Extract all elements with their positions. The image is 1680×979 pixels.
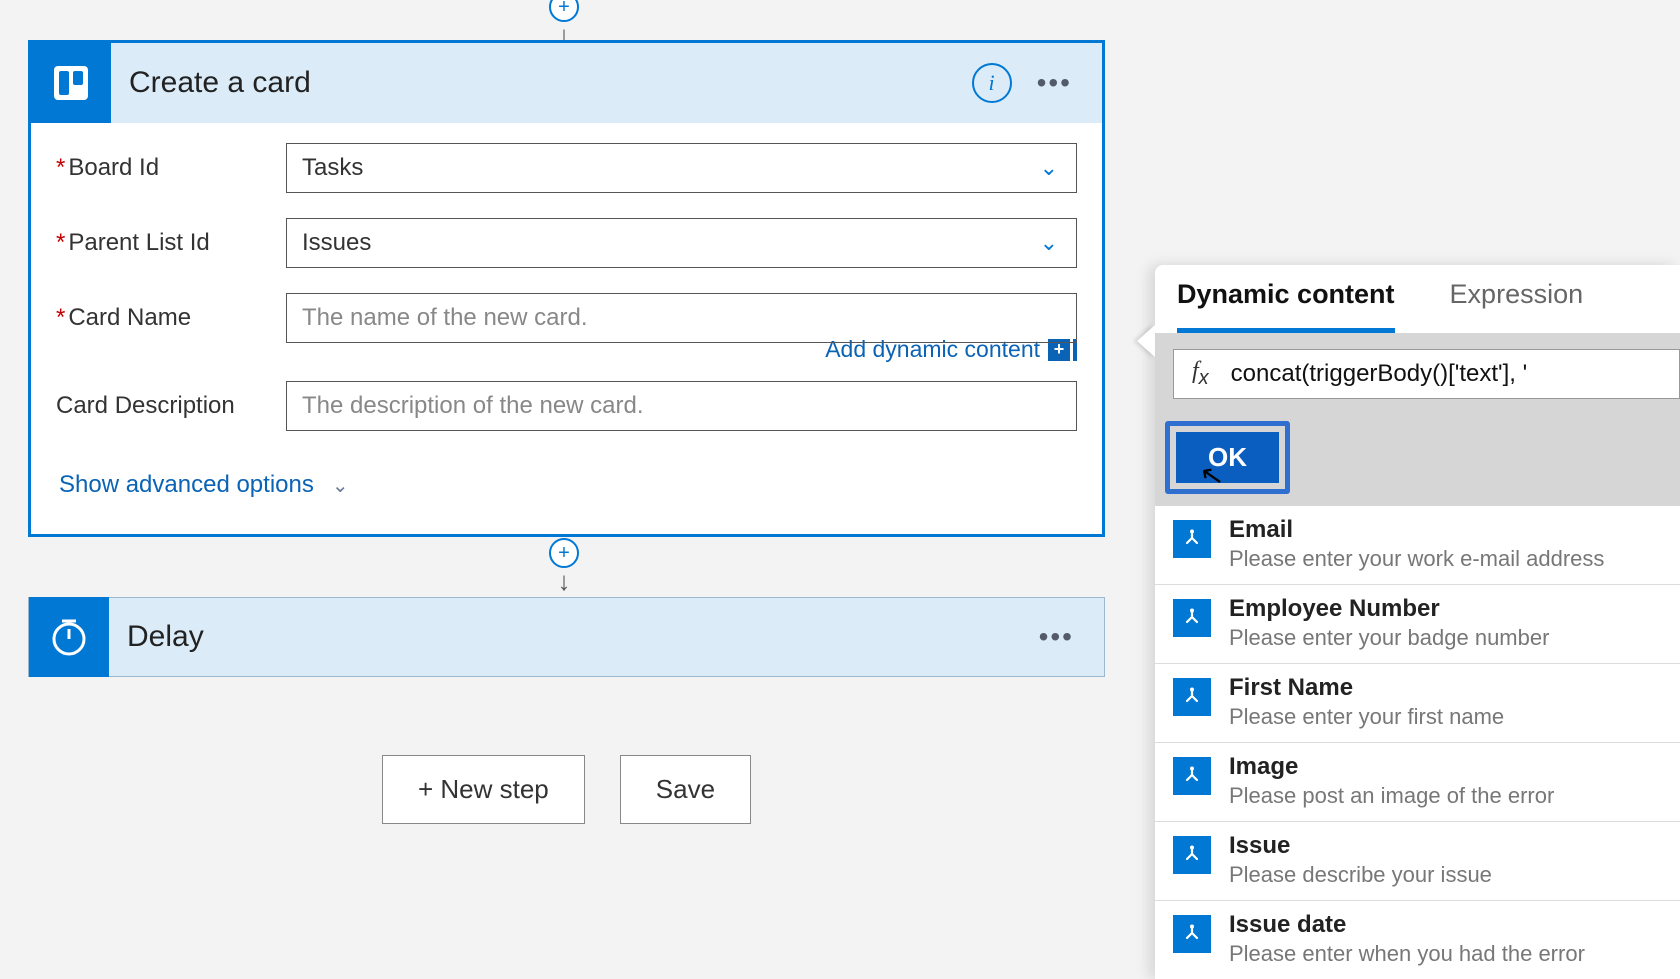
input-card-name[interactable]: The name of the new card. [286,293,1077,343]
token-icon [1173,915,1211,953]
input-parent-list-id[interactable]: Issues⌄ [286,218,1077,268]
ok-button[interactable]: OK [1176,432,1279,483]
dynamic-item-issue[interactable]: Issue Please describe your issue [1155,821,1680,900]
action-delay[interactable]: Delay ••• [28,597,1105,677]
dynamic-item-issue-date[interactable]: Issue date Please enter when you had the… [1155,900,1680,979]
more-menu-icon[interactable]: ••• [1039,621,1074,653]
dynamic-item-first-name[interactable]: First Name Please enter your first name [1155,663,1680,742]
dynamic-content-panel: Dynamic content Expression fx concat(tri… [1155,265,1680,979]
chevron-down-icon: ⌄ [1040,155,1058,181]
new-step-button[interactable]: + New step [382,755,585,824]
dynamic-item-title: Email [1229,516,1604,544]
dynamic-item-title: Image [1229,753,1554,781]
dynamic-item-desc: Please enter your badge number [1229,625,1549,651]
save-button[interactable]: Save [620,755,751,824]
dynamic-item-desc: Please post an image of the error [1229,783,1554,809]
input-board-id[interactable]: Tasks⌄ [286,143,1077,193]
trello-icon [31,43,111,123]
dynamic-item-title: First Name [1229,674,1504,702]
add-step-middle-icon[interactable]: + [549,538,579,568]
tab-dynamic-content[interactable]: Dynamic content [1177,279,1395,333]
tab-expression[interactable]: Expression [1450,279,1584,333]
chevron-down-icon: ⌄ [1040,230,1058,256]
fx-icon: fx [1192,358,1209,390]
dynamic-item-image[interactable]: Image Please post an image of the error [1155,742,1680,821]
more-menu-icon[interactable]: ••• [1037,67,1072,99]
label-card-description: Card Description [56,392,286,420]
delay-icon [29,597,109,677]
dynamic-item-email[interactable]: Email Please enter your work e-mail addr… [1155,506,1680,584]
action-header[interactable]: Create a card i ••• [31,43,1102,123]
chevron-down-icon: ⌄ [332,473,349,498]
label-parent-list-id: *Parent List Id [56,229,286,257]
footer-buttons: + New step Save [28,755,1105,824]
action-title: Create a card [111,66,972,100]
token-icon [1173,599,1211,637]
dynamic-item-title: Issue [1229,832,1492,860]
dynamic-item-title: Employee Number [1229,595,1549,623]
input-card-description[interactable]: The description of the new card. [286,381,1077,431]
arrow-down-icon: ↓ [558,566,571,597]
action-create-card: Create a card i ••• *Board Id Tasks⌄ *Pa… [28,40,1105,537]
delay-title: Delay [109,620,1039,654]
label-card-name: *Card Name [56,304,286,332]
panel-caret-icon [1137,325,1155,357]
token-icon [1173,836,1211,874]
token-icon [1173,678,1211,716]
dynamic-item-desc: Please describe your issue [1229,862,1492,888]
dynamic-item-desc: Please enter your first name [1229,704,1504,730]
token-icon [1173,520,1211,558]
info-icon[interactable]: i [972,63,1012,103]
dynamic-item-employee-number[interactable]: Employee Number Please enter your badge … [1155,584,1680,663]
token-icon [1173,757,1211,795]
add-step-top-icon[interactable]: + [549,0,579,22]
dynamic-item-title: Issue date [1229,911,1585,939]
show-advanced-options[interactable]: Show advanced options⌄ [56,456,1077,524]
dynamic-item-desc: Please enter your work e-mail address [1229,546,1604,572]
expression-input[interactable]: fx concat(triggerBody()['text'], ' [1173,349,1680,399]
label-board-id: *Board Id [56,154,286,182]
